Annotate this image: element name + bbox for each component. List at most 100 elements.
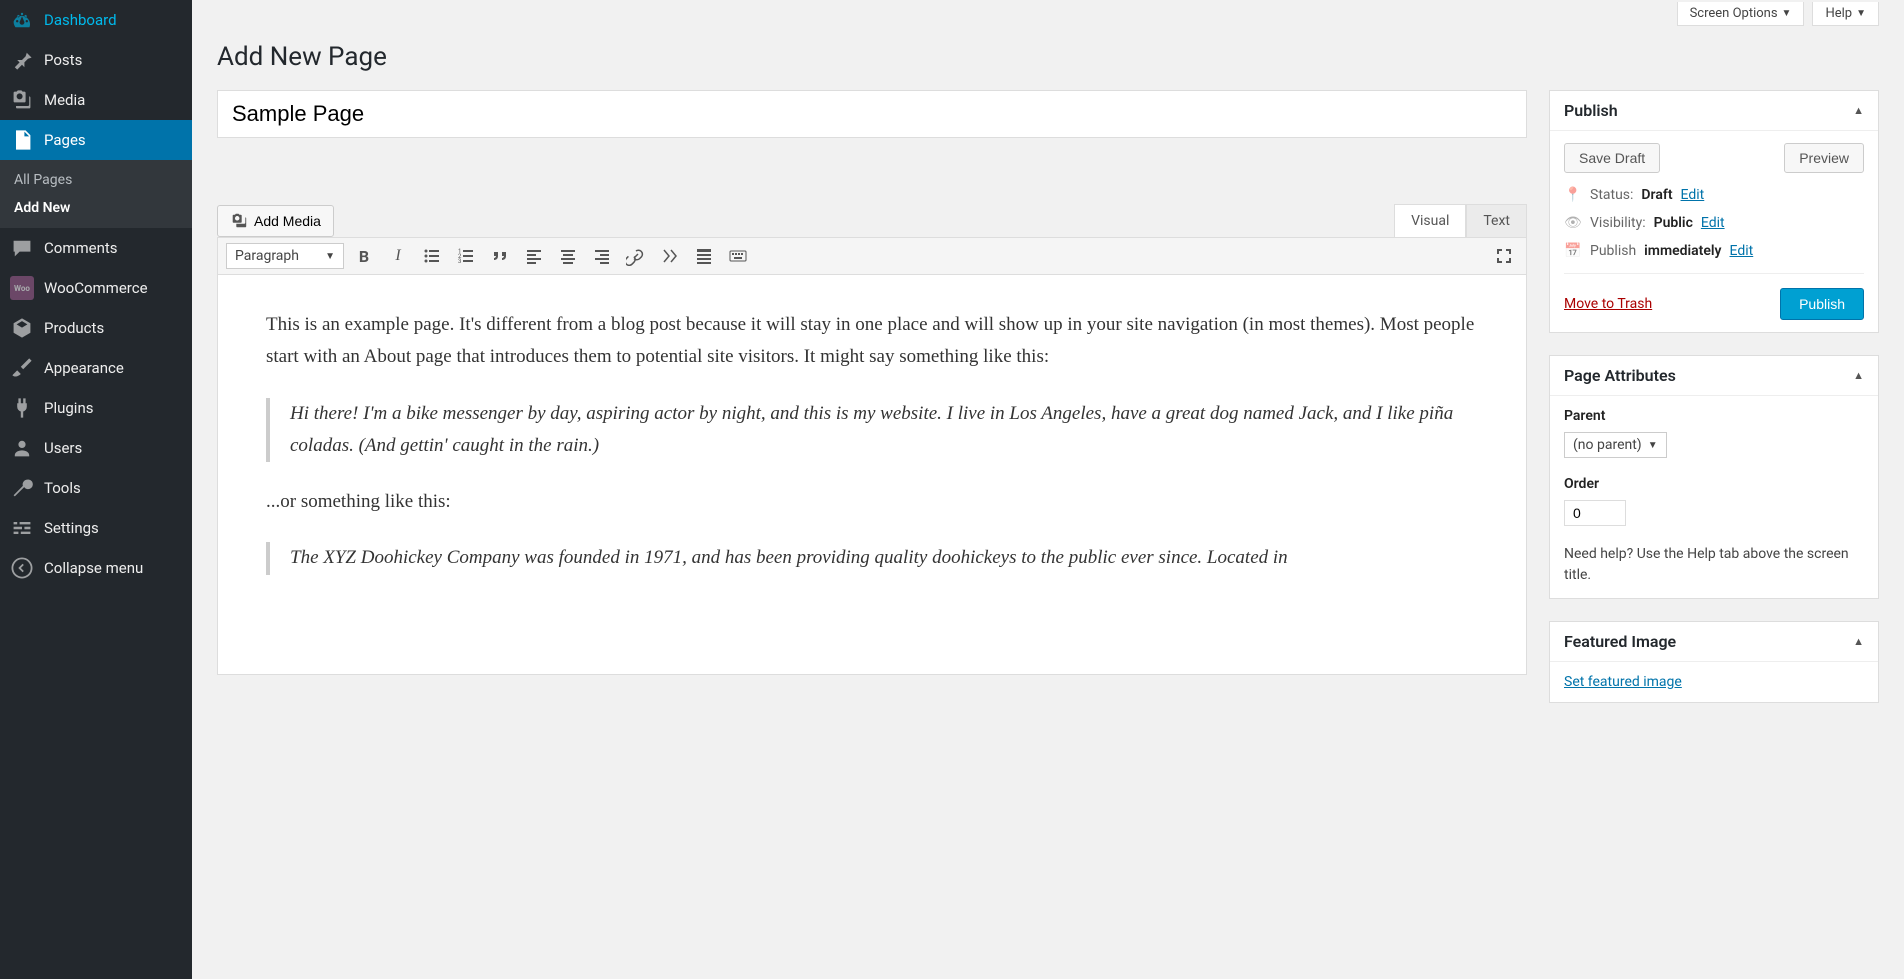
submenu-add-new[interactable]: Add New: [0, 194, 192, 222]
blockquote-button[interactable]: [486, 242, 514, 270]
save-draft-button[interactable]: Save Draft: [1564, 143, 1660, 173]
user-icon: [10, 436, 34, 460]
sidebar-item-label: Pages: [44, 131, 86, 149]
sidebar-item-label: Collapse menu: [44, 559, 143, 577]
publish-button[interactable]: Publish: [1780, 288, 1864, 320]
submenu-all-pages[interactable]: All Pages: [0, 166, 192, 194]
page-attributes-box: Page Attributes ▲ Parent (no parent) ▼ O…: [1549, 355, 1879, 599]
postbox-title: Publish: [1564, 101, 1618, 120]
visibility-label: Visibility:: [1590, 215, 1646, 231]
parent-value: (no parent): [1573, 437, 1642, 453]
editor-toolbar: Paragraph ▼ B I 123: [217, 237, 1527, 275]
sidebar-item-dashboard[interactable]: Dashboard: [0, 0, 192, 40]
brush-icon: [10, 356, 34, 380]
sidebar-item-label: WooCommerce: [44, 279, 148, 297]
sidebar-item-pages[interactable]: Pages: [0, 120, 192, 160]
page-title: Add New Page: [217, 42, 1879, 72]
sidebar-item-woocommerce[interactable]: Woo WooCommerce: [0, 268, 192, 308]
parent-select[interactable]: (no parent) ▼: [1564, 432, 1667, 458]
visibility-value: Public: [1654, 215, 1693, 231]
publish-label: Publish: [1590, 243, 1636, 259]
sidebar-item-media[interactable]: Media: [0, 80, 192, 120]
order-label: Order: [1564, 476, 1864, 492]
order-input[interactable]: [1564, 500, 1626, 526]
bullet-list-button[interactable]: [418, 242, 446, 270]
toggle-icon[interactable]: ▲: [1853, 104, 1864, 117]
link-button[interactable]: [622, 242, 650, 270]
publish-value: immediately: [1644, 243, 1721, 259]
postbox-title: Page Attributes: [1564, 366, 1676, 385]
editor-content[interactable]: This is an example page. It's different …: [217, 275, 1527, 675]
align-left-button[interactable]: [520, 242, 548, 270]
toolbar-toggle-button[interactable]: [690, 242, 718, 270]
pin-icon: [10, 48, 34, 72]
sidebar-item-collapse[interactable]: Collapse menu: [0, 548, 192, 588]
status-value: Draft: [1641, 187, 1672, 203]
publish-box: Publish ▲ Save Draft Preview 📍 Status: D…: [1549, 90, 1879, 333]
plug-icon: [10, 396, 34, 420]
title-input[interactable]: [217, 90, 1527, 138]
parent-label: Parent: [1564, 408, 1864, 424]
sidebar-item-label: Dashboard: [44, 11, 117, 29]
caret-down-icon: ▼: [1856, 8, 1866, 19]
visual-tab[interactable]: Visual: [1394, 204, 1466, 237]
toggle-icon[interactable]: ▲: [1853, 635, 1864, 648]
button-label: Add Media: [254, 213, 321, 229]
editor-blockquote: The XYZ Doohickey Company was founded in…: [266, 542, 1478, 574]
key-icon: 📍: [1564, 187, 1582, 203]
comment-icon: [10, 236, 34, 260]
calendar-icon: 📅: [1564, 243, 1582, 259]
screen-options-tab[interactable]: Screen Options ▼: [1677, 2, 1805, 26]
edit-visibility-link[interactable]: Edit: [1701, 215, 1725, 231]
collapse-icon: [10, 556, 34, 580]
sidebar-item-label: Posts: [44, 51, 82, 69]
insert-more-button[interactable]: [656, 242, 684, 270]
dashboard-icon: [10, 8, 34, 32]
help-text: Need help? Use the Help tab above the sc…: [1564, 544, 1864, 586]
set-featured-image-link[interactable]: Set featured image: [1564, 674, 1682, 690]
italic-button[interactable]: I: [384, 242, 412, 270]
sidebar-item-appearance[interactable]: Appearance: [0, 348, 192, 388]
sidebar-item-products[interactable]: Products: [0, 308, 192, 348]
pages-icon: [10, 128, 34, 152]
preview-button[interactable]: Preview: [1784, 143, 1864, 173]
editor-paragraph: This is an example page. It's different …: [266, 309, 1478, 374]
number-list-button[interactable]: 123: [452, 242, 480, 270]
sidebar-item-users[interactable]: Users: [0, 428, 192, 468]
edit-status-link[interactable]: Edit: [1681, 187, 1705, 203]
editor-blockquote: Hi there! I'm a bike messenger by day, a…: [266, 398, 1478, 463]
sidebar-item-label: Settings: [44, 519, 99, 537]
sidebar-item-label: Users: [44, 439, 82, 457]
top-tabs: Screen Options ▼ Help ▼: [217, 0, 1879, 26]
sliders-icon: [10, 516, 34, 540]
postbox-title: Featured Image: [1564, 632, 1676, 651]
help-tab[interactable]: Help ▼: [1812, 2, 1879, 26]
text-tab[interactable]: Text: [1466, 204, 1527, 237]
sidebar-item-posts[interactable]: Posts: [0, 40, 192, 80]
admin-sidebar: Dashboard Posts Media Pages All Pages Ad…: [0, 0, 192, 979]
tab-label: Help: [1825, 6, 1852, 21]
eye-icon: 👁: [1564, 215, 1582, 231]
bold-button[interactable]: B: [350, 242, 378, 270]
fullscreen-button[interactable]: [1490, 242, 1518, 270]
move-to-trash-link[interactable]: Move to Trash: [1564, 296, 1652, 312]
status-label: Status:: [1590, 187, 1633, 203]
sidebar-item-label: Products: [44, 319, 104, 337]
sidebar-item-label: Plugins: [44, 399, 93, 417]
sidebar-item-tools[interactable]: Tools: [0, 468, 192, 508]
add-media-button[interactable]: Add Media: [217, 205, 334, 237]
product-icon: [10, 316, 34, 340]
toggle-icon[interactable]: ▲: [1853, 369, 1864, 382]
sidebar-item-plugins[interactable]: Plugins: [0, 388, 192, 428]
format-dropdown[interactable]: Paragraph ▼: [226, 243, 344, 269]
sidebar-item-comments[interactable]: Comments: [0, 228, 192, 268]
keyboard-button[interactable]: [724, 242, 752, 270]
media-icon: [10, 88, 34, 112]
sidebar-item-settings[interactable]: Settings: [0, 508, 192, 548]
align-right-button[interactable]: [588, 242, 616, 270]
align-center-button[interactable]: [554, 242, 582, 270]
editor-paragraph: ...or something like this:: [266, 486, 1478, 518]
sidebar-item-label: Media: [44, 91, 85, 109]
edit-schedule-link[interactable]: Edit: [1730, 243, 1754, 259]
sidebar-submenu: All Pages Add New: [0, 160, 192, 228]
